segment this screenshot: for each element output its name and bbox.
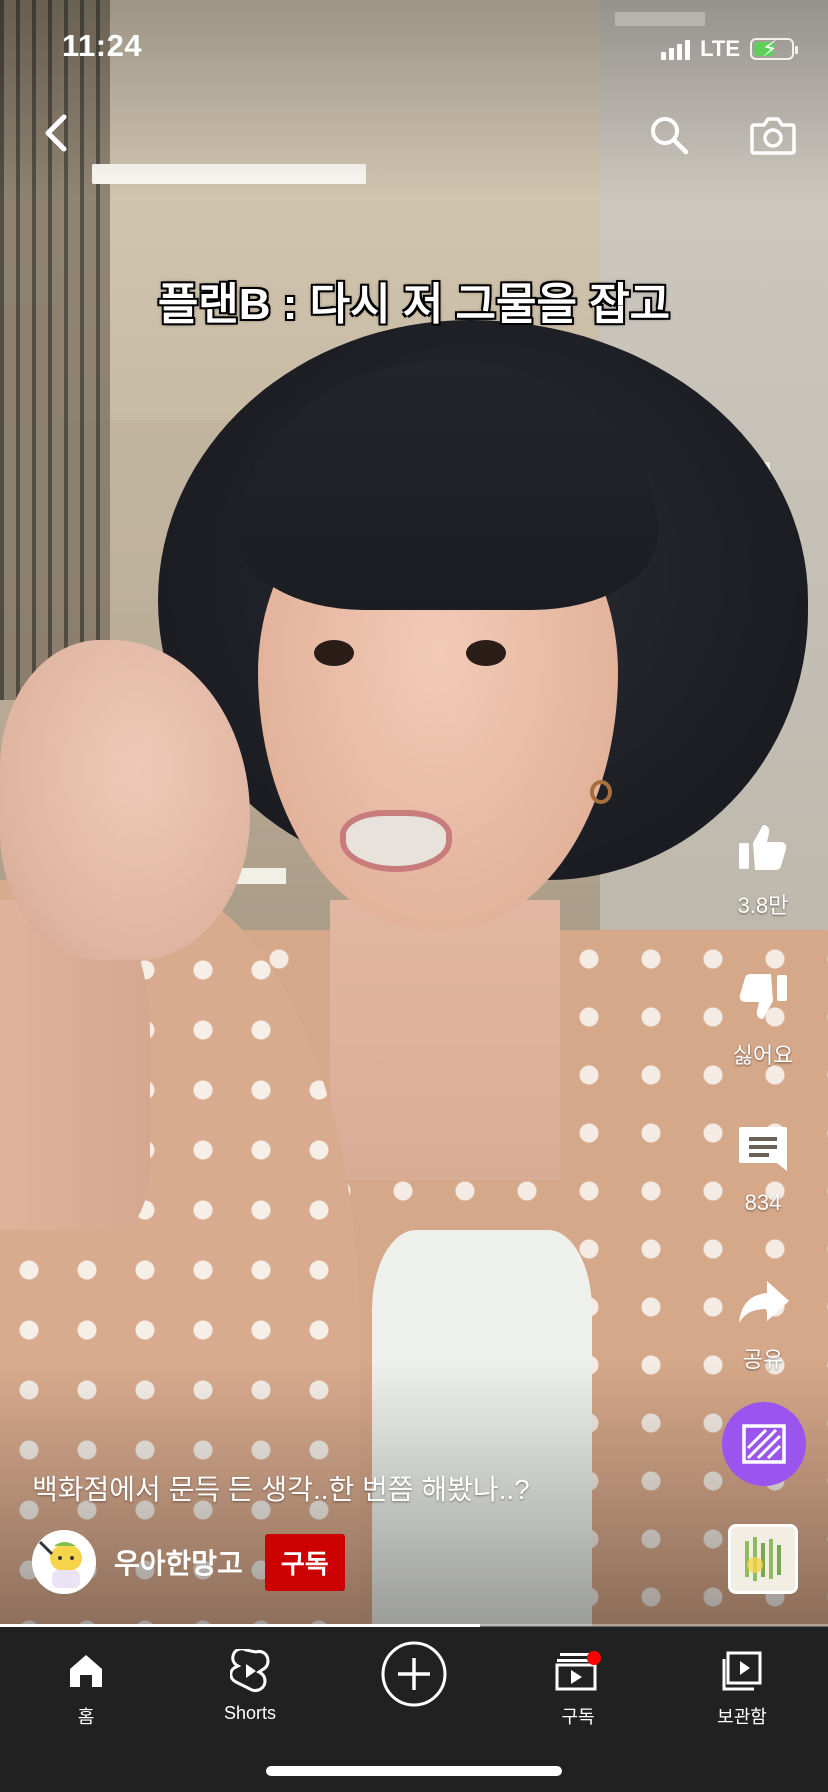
nav-subscriptions-label: 구독 xyxy=(561,1707,595,1727)
scene-eye xyxy=(466,640,506,666)
add-circle-icon xyxy=(381,1641,447,1707)
remix-button[interactable] xyxy=(722,1402,806,1486)
home-indicator[interactable] xyxy=(266,1766,562,1776)
share-icon xyxy=(739,1281,789,1323)
status-indicators: LTE ⚡ xyxy=(661,36,798,62)
nav-shorts-label: Shorts xyxy=(223,1703,277,1723)
subscriptions-icon xyxy=(555,1651,601,1691)
battery-icon: ⚡ xyxy=(750,36,798,61)
network-type: LTE xyxy=(700,36,740,61)
status-time: 11:24 xyxy=(62,28,143,63)
back-button[interactable] xyxy=(30,108,80,158)
camera-icon xyxy=(750,117,796,155)
share-label: 공유 xyxy=(742,1347,784,1372)
nav-library[interactable]: 보관함 xyxy=(682,1641,802,1729)
home-icon xyxy=(70,1655,102,1687)
thumbs-up-icon xyxy=(739,825,787,870)
nav-shorts[interactable]: Shorts xyxy=(190,1641,310,1724)
chevron-left-icon xyxy=(45,114,67,152)
dislike-button[interactable]: 싫어요 xyxy=(718,962,808,1070)
mango-avatar-icon xyxy=(32,1530,96,1594)
channel-row: 우아한망고 구독 xyxy=(32,1530,345,1594)
subscribe-button[interactable]: 구독 xyxy=(264,1533,345,1591)
like-button[interactable]: 3.8만 xyxy=(718,812,808,920)
scene-eye xyxy=(314,640,354,666)
search-button[interactable] xyxy=(642,108,696,162)
scene-earring xyxy=(590,780,612,804)
video-frame[interactable] xyxy=(0,0,828,1626)
nav-home[interactable]: 홈 xyxy=(26,1641,146,1729)
shorts-player-screen: 11:24 LTE ⚡ 플랜B : 다시 저 그물을 잡고 3.8만 싫어요 8… xyxy=(0,0,828,1792)
channel-name[interactable]: 우아한망고 xyxy=(114,1542,243,1582)
remix-icon xyxy=(742,1424,786,1464)
shorts-icon xyxy=(230,1649,270,1692)
bottom-navigation: 홈 Shorts 구독 보관함 xyxy=(0,1627,828,1792)
nav-subscriptions[interactable]: 구독 xyxy=(518,1641,638,1729)
video-caption: 플랜B : 다시 저 그물을 잡고 xyxy=(157,280,671,329)
comment-icon xyxy=(739,1127,787,1171)
channel-avatar[interactable] xyxy=(32,1530,96,1594)
nav-library-label: 보관함 xyxy=(717,1707,767,1727)
video-title[interactable]: 백화점에서 문득 든 생각..한 번쯤 해봤나..? xyxy=(32,1468,530,1508)
sound-art-icon xyxy=(731,1527,795,1591)
charging-icon: ⚡ xyxy=(762,36,778,61)
camera-button[interactable] xyxy=(744,108,802,162)
comment-count: 834 xyxy=(744,1190,782,1215)
like-count: 3.8만 xyxy=(737,893,789,918)
share-button[interactable]: 공유 xyxy=(718,1266,808,1374)
signal-icon xyxy=(661,38,691,60)
scene-neck xyxy=(330,900,560,1180)
nav-home-label: 홈 xyxy=(77,1707,95,1727)
dislike-label: 싫어요 xyxy=(732,1043,794,1068)
sound-thumbnail[interactable] xyxy=(728,1524,798,1594)
comment-button[interactable]: 834 xyxy=(718,1114,808,1216)
library-icon xyxy=(722,1651,762,1691)
search-icon xyxy=(651,117,689,155)
scene-mouth xyxy=(340,810,452,872)
thumbs-down-icon xyxy=(739,974,787,1019)
nav-create-button[interactable] xyxy=(354,1641,474,1711)
